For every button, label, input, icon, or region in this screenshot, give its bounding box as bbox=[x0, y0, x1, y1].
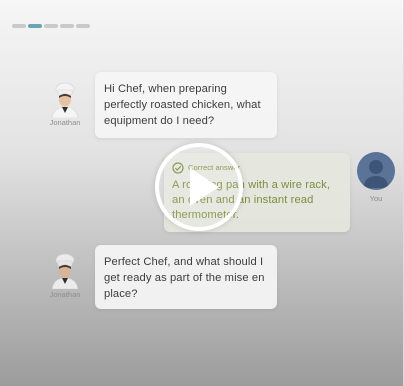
progress-segment bbox=[44, 24, 58, 28]
play-icon bbox=[190, 168, 219, 206]
chef-avatar bbox=[51, 82, 79, 118]
sender-name: You bbox=[369, 194, 383, 203]
progress-segment bbox=[60, 24, 74, 28]
progress-segment bbox=[76, 24, 90, 28]
message-text: Perfect Chef, and what should I get read… bbox=[104, 256, 265, 300]
chef-avatar bbox=[51, 253, 79, 289]
user-avatar bbox=[357, 152, 395, 190]
message-bubble: Hi Chef, when preparing perfectly roaste… bbox=[95, 72, 277, 138]
sender-name: Jonathan bbox=[49, 118, 81, 127]
play-button[interactable] bbox=[155, 143, 243, 231]
progress-indicator bbox=[12, 24, 90, 28]
person-icon bbox=[363, 160, 389, 188]
sender-name: Jonathan bbox=[49, 290, 81, 299]
progress-segment-active bbox=[28, 24, 42, 28]
message-text: Hi Chef, when preparing perfectly roaste… bbox=[104, 83, 261, 127]
message-bubble: Perfect Chef, and what should I get read… bbox=[95, 245, 277, 309]
progress-segment bbox=[12, 24, 26, 28]
video-frame: Jonathan Hi Chef, when preparing perfect… bbox=[0, 0, 404, 386]
